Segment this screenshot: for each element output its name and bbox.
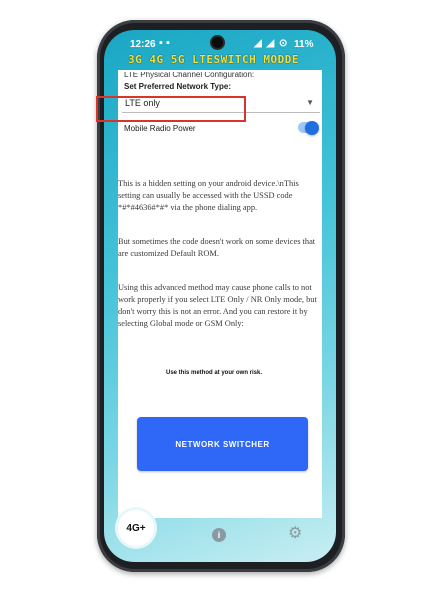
network-badge-4g[interactable]: 4G+ <box>118 510 154 546</box>
network-switcher-button[interactable]: NETWORK SWITCHER <box>137 417 308 471</box>
status-bar: 12:26 ▪ ▪ ◢ ◢ ⊙ 11% <box>104 30 336 54</box>
highlight-annotation <box>96 96 246 122</box>
notification-icons: ▪ ▪ <box>159 37 170 49</box>
status-time: 12:26 <box>130 39 156 50</box>
radio-power-label: Mobile Radio Power <box>124 124 196 133</box>
info-icon[interactable]: i <box>212 528 226 542</box>
app-title: 3G 4G 5G LTESWITCH MODDE <box>128 53 299 66</box>
preferred-network-label: Set Preferred Network Type: <box>124 82 231 91</box>
bottom-nav: 4G+ i ⚙ <box>104 510 336 562</box>
signal-icons: ◢ ◢ ⊙ <box>254 38 289 49</box>
info-paragraph-2: But sometimes the code doesn't work on s… <box>118 237 316 258</box>
radio-power-toggle[interactable] <box>298 120 319 135</box>
toggle-knob <box>305 120 319 135</box>
chevron-down-icon: ▼ <box>306 98 314 107</box>
risk-warning: Use this method at your own risk. <box>165 370 263 376</box>
info-paragraph-1: This is a hidden setting on your android… <box>118 179 299 212</box>
info-paragraph-3: Using this advanced method may cause pho… <box>118 283 317 328</box>
gear-icon[interactable]: ⚙ <box>288 526 302 542</box>
content-card: LTE Physical Channel Configuration: Set … <box>118 70 322 518</box>
battery-level: 11% <box>294 39 314 50</box>
section-header: LTE Physical Channel Configuration: <box>124 72 255 79</box>
camera-cutout <box>212 37 223 48</box>
